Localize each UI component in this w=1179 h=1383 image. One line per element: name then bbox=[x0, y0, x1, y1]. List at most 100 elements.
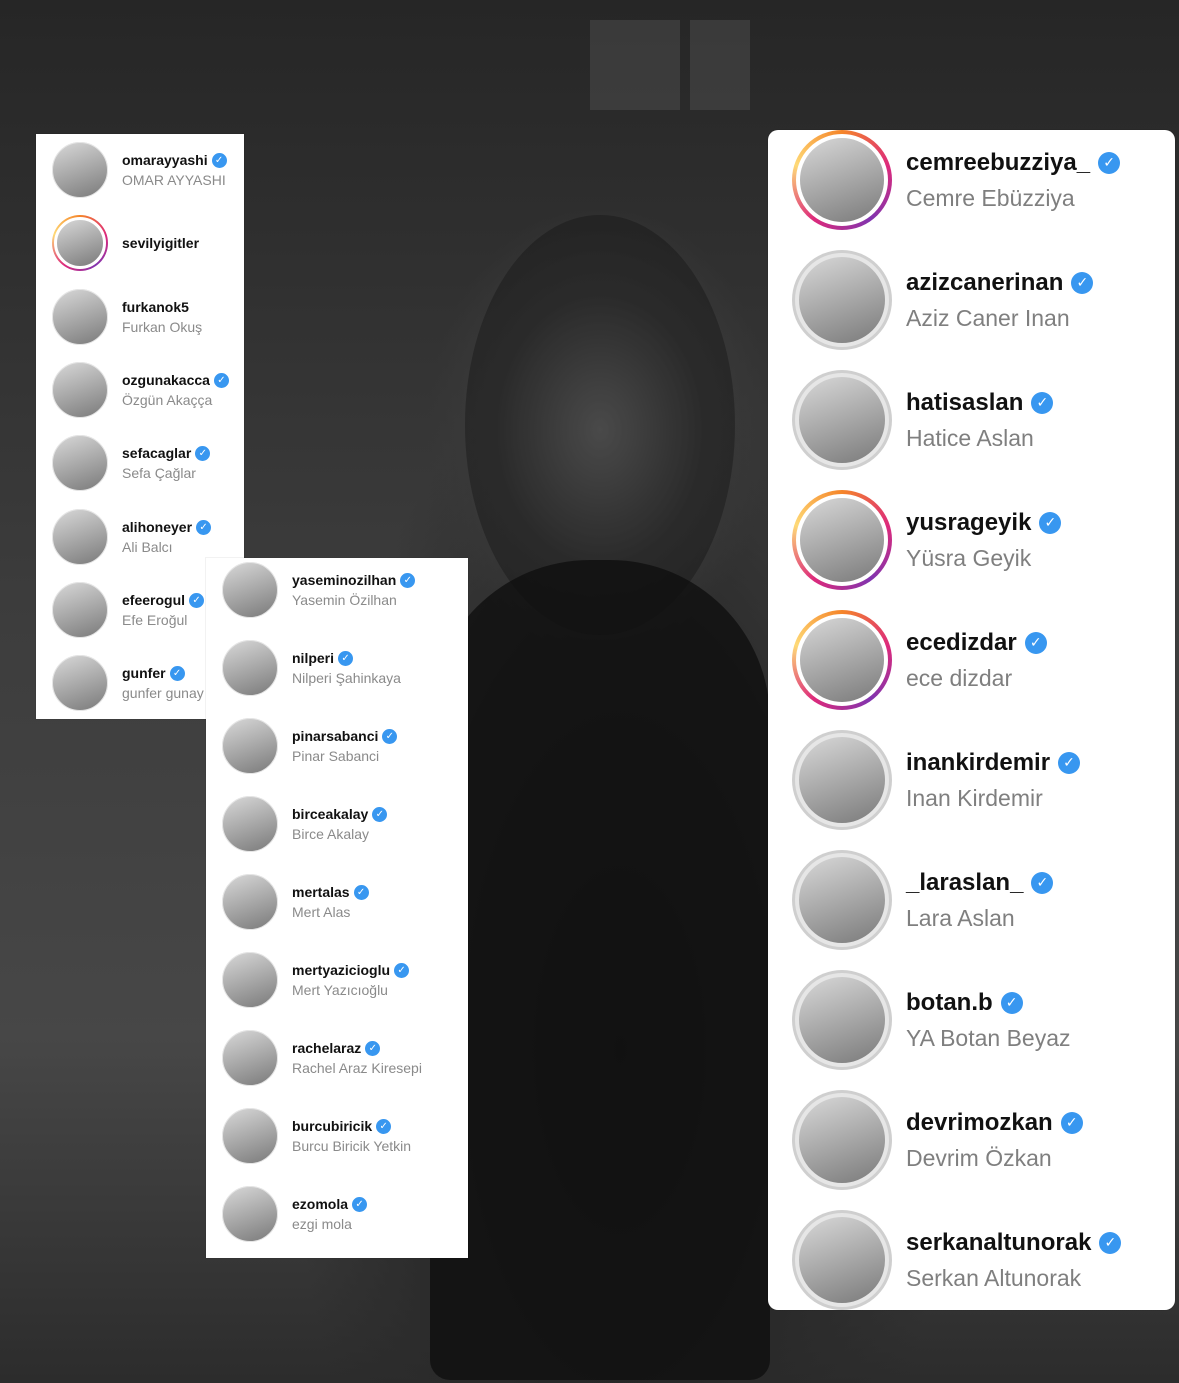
avatar[interactable] bbox=[792, 730, 892, 830]
account-text: furkanok5 Furkan Okuş bbox=[122, 299, 202, 335]
username-line: ezomola ✓ bbox=[292, 1196, 368, 1212]
avatar[interactable] bbox=[792, 850, 892, 950]
list-item-mertalas[interactable]: mertalas ✓ Mert Alas bbox=[222, 874, 369, 930]
list-item-yusrageyik[interactable]: yusrageyik ✓ Yüsra Geyik bbox=[792, 490, 1062, 590]
avatar[interactable] bbox=[792, 1090, 892, 1190]
username-line: serkanaltunorak ✓ bbox=[906, 1229, 1122, 1257]
list-item-serkanaltunorak[interactable]: serkanaltunorak ✓ Serkan Altunorak bbox=[792, 1210, 1122, 1310]
full-name: OMAR AYYASHI bbox=[122, 172, 226, 188]
username-line: cemreebuzziya_ ✓ bbox=[906, 148, 1121, 177]
list-item-burcubiricik[interactable]: burcubiricik ✓ Burcu Biricik Yetkin bbox=[222, 1108, 411, 1164]
avatar[interactable] bbox=[222, 1186, 278, 1242]
avatar[interactable] bbox=[792, 610, 892, 710]
username-line: burcubiricik ✓ bbox=[292, 1118, 411, 1134]
verified-check-icon: ✓ bbox=[400, 572, 416, 588]
username: ozgunakacca bbox=[122, 372, 210, 388]
list-item-mertyazicioglu[interactable]: mertyazicioglu ✓ Mert Yazıcıoğlu bbox=[222, 952, 410, 1008]
profile-photo bbox=[795, 253, 889, 347]
avatar[interactable] bbox=[222, 1030, 278, 1086]
username-line: yaseminozilhan ✓ bbox=[292, 572, 416, 588]
avatar[interactable] bbox=[222, 718, 278, 774]
list-item-botan-b[interactable]: botan.b ✓ YA Botan Beyaz bbox=[792, 970, 1071, 1070]
avatar[interactable] bbox=[52, 289, 108, 345]
avatar[interactable] bbox=[52, 142, 108, 198]
username-line: devrimozkan ✓ bbox=[906, 1109, 1083, 1137]
full-name: Furkan Okuş bbox=[122, 319, 203, 335]
background-window bbox=[590, 20, 680, 110]
avatar[interactable] bbox=[792, 970, 892, 1070]
account-text: devrimozkan ✓ Devrim Özkan bbox=[906, 1109, 1083, 1172]
account-text: mertyazicioglu ✓ Mert Yazıcıoğlu bbox=[292, 962, 410, 998]
account-text: serkanaltunorak ✓ Serkan Altunorak bbox=[906, 1229, 1122, 1292]
list-item-ecedizdar[interactable]: ecedizdar ✓ ece dizdar bbox=[792, 610, 1047, 710]
avatar[interactable] bbox=[52, 362, 108, 418]
list-item-pinarsabanci[interactable]: pinarsabanci ✓ Pinar Sabanci bbox=[222, 718, 398, 774]
full-name: YA Botan Beyaz bbox=[906, 1024, 1071, 1051]
verified-check-icon: ✓ bbox=[352, 1196, 368, 1212]
list-item-birceakalay[interactable]: birceakalay ✓ Birce Akalay bbox=[222, 796, 388, 852]
avatar[interactable] bbox=[52, 435, 108, 491]
username: hatisaslan bbox=[906, 388, 1024, 416]
list-item-inankirdemir[interactable]: inankirdemir ✓ Inan Kirdemir bbox=[792, 730, 1081, 830]
avatar[interactable] bbox=[792, 490, 892, 590]
avatar[interactable] bbox=[52, 215, 108, 271]
profile-photo bbox=[795, 853, 889, 947]
full-name: Hatice Aslan bbox=[906, 424, 1034, 451]
list-item-yaseminozilhan[interactable]: yaseminozilhan ✓ Yasemin Özilhan bbox=[222, 562, 416, 618]
list-item-furkanok5[interactable]: furkanok5 Furkan Okuş bbox=[52, 289, 202, 345]
avatar[interactable] bbox=[792, 130, 892, 230]
profile-photo bbox=[795, 973, 889, 1067]
profile-photo bbox=[222, 1030, 278, 1086]
account-text: gunfer ✓ gunfer gunay bbox=[122, 665, 204, 701]
username-line: birceakalay ✓ bbox=[292, 806, 388, 822]
list-item-sevilyigitler[interactable]: sevilyigitler bbox=[52, 215, 199, 271]
list-item-alihoneyer[interactable]: alihoneyer ✓ Ali Balcı bbox=[52, 509, 212, 565]
full-name: ezgi mola bbox=[292, 1216, 352, 1232]
profile-photo bbox=[222, 718, 278, 774]
username-line: alihoneyer ✓ bbox=[122, 519, 212, 535]
username: gunfer bbox=[122, 665, 166, 681]
username: ezomola bbox=[292, 1196, 349, 1212]
avatar[interactable] bbox=[222, 640, 278, 696]
list-item-ezomola[interactable]: ezomola ✓ ezgi mola bbox=[222, 1186, 368, 1242]
verified-check-icon: ✓ bbox=[189, 592, 205, 608]
list-item-omarayyashi[interactable]: omarayyashi ✓ OMAR AYYASHI bbox=[52, 142, 227, 198]
username-line: inankirdemir ✓ bbox=[906, 749, 1081, 777]
list-item-ozgunakacca[interactable]: ozgunakacca ✓ Özgün Akaçça bbox=[52, 362, 229, 418]
list-item-rachelaraz[interactable]: rachelaraz ✓ Rachel Araz Kiresepi bbox=[222, 1030, 422, 1086]
profile-photo bbox=[222, 874, 278, 930]
avatar[interactable] bbox=[222, 1108, 278, 1164]
list-item-azizcanerinan[interactable]: azizcanerinan ✓ Aziz Caner Inan bbox=[792, 250, 1094, 350]
username: nilperi bbox=[292, 650, 335, 666]
avatar[interactable] bbox=[792, 250, 892, 350]
username-line: furkanok5 bbox=[122, 299, 202, 315]
list-item-efeerogul[interactable]: efeerogul ✓ Efe Eroğul bbox=[52, 582, 205, 638]
profile-photo bbox=[52, 582, 108, 638]
list-item-nilperi[interactable]: nilperi ✓ Nilperi Şahinkaya bbox=[222, 640, 401, 696]
list-item--laraslan-[interactable]: _laraslan_ ✓ Lara Aslan bbox=[792, 850, 1054, 950]
username-line: pinarsabanci ✓ bbox=[292, 728, 398, 744]
username: birceakalay bbox=[292, 806, 369, 822]
list-item-gunfer[interactable]: gunfer ✓ gunfer gunay bbox=[52, 655, 204, 711]
list-item-devrimozkan[interactable]: devrimozkan ✓ Devrim Özkan bbox=[792, 1090, 1083, 1190]
avatar[interactable] bbox=[222, 796, 278, 852]
avatar[interactable] bbox=[52, 655, 108, 711]
avatar[interactable] bbox=[52, 509, 108, 565]
avatar[interactable] bbox=[52, 582, 108, 638]
username: mertyazicioglu bbox=[292, 962, 391, 978]
username: sevilyigitler bbox=[122, 235, 200, 251]
following-list-right: cemreebuzziya_ ✓ Cemre Ebüzziya azizcane… bbox=[768, 130, 1175, 1310]
verified-check-icon: ✓ bbox=[213, 372, 229, 388]
avatar[interactable] bbox=[222, 952, 278, 1008]
avatar[interactable] bbox=[222, 562, 278, 618]
avatar[interactable] bbox=[792, 1210, 892, 1310]
profile-photo bbox=[795, 1213, 889, 1307]
username: rachelaraz bbox=[292, 1040, 362, 1056]
list-item-hatisaslan[interactable]: hatisaslan ✓ Hatice Aslan bbox=[792, 370, 1054, 470]
username: cemreebuzziya_ bbox=[906, 148, 1091, 176]
list-item-cemreebuzziya-[interactable]: cemreebuzziya_ ✓ Cemre Ebüzziya bbox=[792, 130, 1121, 230]
username-line: ecedizdar ✓ bbox=[906, 629, 1047, 657]
avatar[interactable] bbox=[792, 370, 892, 470]
avatar[interactable] bbox=[222, 874, 278, 930]
list-item-sefacaglar[interactable]: sefacaglar ✓ Sefa Çağlar bbox=[52, 435, 211, 491]
